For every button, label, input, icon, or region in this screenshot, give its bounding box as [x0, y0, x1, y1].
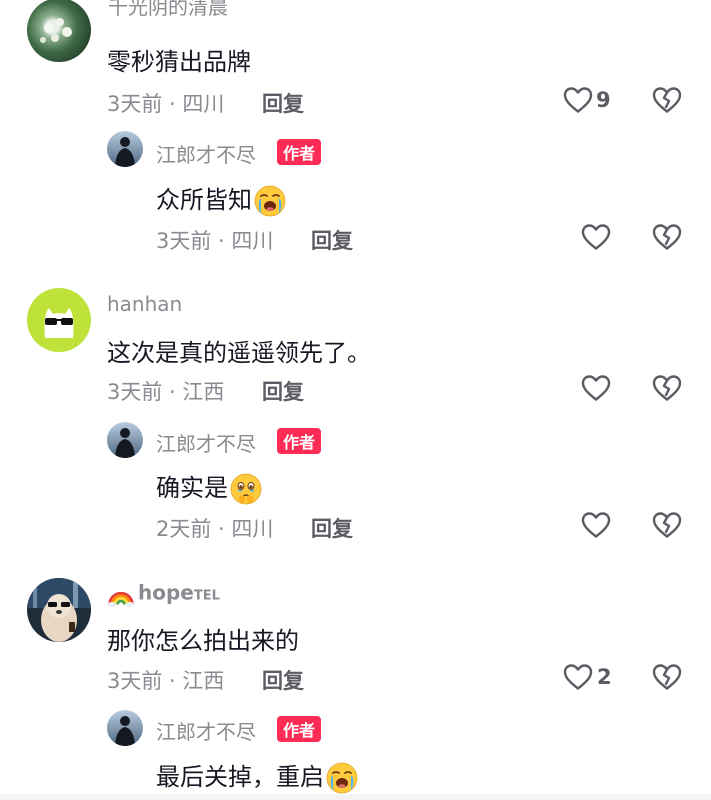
- commenter-avatar[interactable]: [27, 0, 91, 62]
- reply-button[interactable]: 回复: [262, 665, 304, 695]
- meta-separator: ·: [162, 669, 183, 693]
- reply-text-content: 确实是: [156, 474, 228, 502]
- reply-button[interactable]: 回复: [311, 513, 353, 543]
- heart-icon[interactable]: [563, 86, 593, 114]
- heart-icon[interactable]: [581, 374, 611, 402]
- comment-username[interactable]: hopeTEL: [107, 580, 220, 608]
- username-suffix: TEL: [193, 588, 220, 604]
- comment-text: 零秒猜出品牌: [107, 48, 251, 76]
- reply-button[interactable]: 回复: [262, 88, 304, 118]
- like-count: 2: [597, 665, 612, 689]
- comment-meta: 3天前 · 江西: [107, 665, 224, 695]
- reply-meta: 2天前 · 四川: [156, 513, 273, 543]
- comment-username[interactable]: 千光阴的清晨: [108, 0, 228, 20]
- comment-location: 江西: [182, 669, 225, 693]
- reply-text-content: 最后关掉，重启: [156, 763, 324, 791]
- heart-icon[interactable]: [581, 223, 611, 251]
- rainbow-icon: [107, 580, 135, 608]
- reply-button[interactable]: 回复: [262, 376, 304, 406]
- reply-avatar[interactable]: [107, 710, 143, 746]
- comment-meta: 3天前 · 江西: [107, 376, 224, 406]
- comment-text: 这次是真的遥遥领先了。: [107, 339, 371, 367]
- commenter-avatar[interactable]: [27, 288, 91, 352]
- commenter-avatar[interactable]: [27, 578, 91, 642]
- reply-avatar[interactable]: [107, 422, 143, 458]
- loudly-crying-face-icon: [326, 762, 358, 794]
- heart-icon[interactable]: [563, 663, 593, 691]
- reply-username[interactable]: 江郎才不尽: [156, 716, 256, 745]
- reply-text: 最后关掉，重启: [156, 757, 358, 794]
- author-badge: 作者: [277, 716, 322, 742]
- heart-icon[interactable]: [581, 511, 611, 539]
- comment-location: 江西: [182, 380, 225, 404]
- reply-text: 众所皆知: [156, 180, 286, 217]
- bottom-divider: [0, 794, 711, 800]
- comment-meta: 3天前 · 四川: [107, 88, 224, 118]
- reply-time: 3天前: [156, 229, 212, 253]
- reply-time: 2天前: [156, 517, 212, 541]
- reply-avatar[interactable]: [107, 131, 143, 167]
- author-badge: 作者: [277, 428, 322, 454]
- reply-username[interactable]: 江郎才不尽: [156, 428, 256, 457]
- broken-heart-icon[interactable]: [652, 223, 682, 251]
- reply-location: 四川: [231, 517, 274, 541]
- broken-heart-icon[interactable]: [652, 86, 682, 114]
- reply-text-content: 众所皆知: [156, 186, 252, 214]
- broken-heart-icon[interactable]: [652, 374, 682, 402]
- broken-heart-icon[interactable]: [652, 511, 682, 539]
- meta-separator: ·: [162, 92, 183, 116]
- comment-time: 3天前: [107, 669, 163, 693]
- author-badge: 作者: [277, 139, 322, 165]
- loudly-crying-face-icon: [254, 185, 286, 217]
- reply-text: 确实是: [156, 468, 262, 505]
- meta-separator: ·: [211, 229, 232, 253]
- comment-text: 那你怎么拍出来的: [107, 627, 299, 655]
- comment-username[interactable]: hanhan: [107, 292, 182, 316]
- username-text: hope: [138, 580, 194, 605]
- meta-separator: ·: [162, 380, 183, 404]
- comment-time: 3天前: [107, 92, 163, 116]
- reply-username[interactable]: 江郎才不尽: [156, 139, 256, 168]
- broken-heart-icon[interactable]: [652, 663, 682, 691]
- face-holding-back-tears-icon: [230, 473, 262, 505]
- meta-separator: ·: [211, 517, 232, 541]
- like-count: 9: [596, 88, 611, 112]
- reply-meta: 3天前 · 四川: [156, 225, 273, 255]
- reply-location: 四川: [231, 229, 274, 253]
- comment-time: 3天前: [107, 380, 163, 404]
- comment-location: 四川: [182, 92, 225, 116]
- reply-button[interactable]: 回复: [311, 225, 353, 255]
